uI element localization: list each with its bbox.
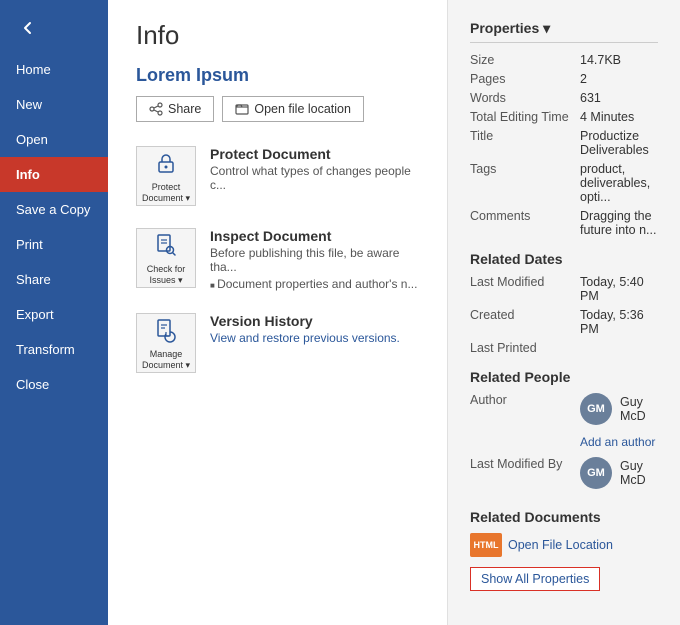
related-people-title: Related People	[470, 369, 658, 385]
left-panel: Info Lorem Ipsum Share Open file locatio…	[108, 0, 448, 625]
open-file-location-button[interactable]: Open file location	[222, 96, 364, 122]
html-icon: HTML	[470, 533, 502, 557]
history-document-icon	[152, 316, 180, 344]
prop-row-pages: Pages 2	[470, 72, 658, 86]
modifier-person-row: GM Guy McD	[580, 457, 658, 489]
version-history-icon-box[interactable]: ManageDocument ▾	[136, 313, 196, 373]
prop-row-last-modified: Last Modified Today, 5:40 PM	[470, 275, 658, 303]
page-title: Info	[136, 20, 419, 51]
properties-list: Size 14.7KB Pages 2 Words 631 Total Edit…	[470, 53, 658, 237]
share-icon	[149, 102, 163, 116]
protect-document-text: Protect Document Control what types of c…	[210, 146, 419, 192]
show-all-properties-button[interactable]: Show All Properties	[470, 565, 658, 591]
sidebar-item-transform[interactable]: Transform	[0, 332, 108, 367]
modifier-row: Last Modified By GM Guy McD	[470, 457, 658, 495]
version-history-text: Version History View and restore previou…	[210, 313, 419, 345]
prop-row-size: Size 14.7KB	[470, 53, 658, 67]
sidebar: Home New Open Info Save a Copy Print Sha…	[0, 0, 108, 625]
related-dates-title: Related Dates	[470, 251, 658, 267]
right-panel: Properties ▾ Size 14.7KB Pages 2 Words 6…	[448, 0, 680, 625]
sidebar-item-save-copy[interactable]: Save a Copy	[0, 192, 108, 227]
properties-title[interactable]: Properties ▾	[470, 20, 658, 43]
modifier-name: Guy McD	[620, 459, 658, 487]
inspect-document-text: Inspect Document Before publishing this …	[210, 228, 419, 291]
prop-row-editing-time: Total Editing Time 4 Minutes	[470, 110, 658, 124]
open-file-link[interactable]: Open File Location	[508, 538, 613, 552]
author-person-row: GM Guy McD	[580, 393, 658, 425]
sidebar-item-info[interactable]: Info	[0, 157, 108, 192]
prop-row-title: Title Productize Deliverables	[470, 129, 658, 157]
main-content: Info Lorem Ipsum Share Open file locatio…	[108, 0, 680, 625]
author-row: Author GM Guy McD Add an author	[470, 393, 658, 449]
prop-row-tags: Tags product, deliverables, opti...	[470, 162, 658, 204]
sidebar-item-share[interactable]: Share	[0, 262, 108, 297]
author-avatar: GM	[580, 393, 612, 425]
related-documents-title: Related Documents	[470, 509, 658, 525]
inspect-document-icon-box[interactable]: Check forIssues ▾	[136, 228, 196, 288]
share-button[interactable]: Share	[136, 96, 214, 122]
view-restore-link[interactable]: View and restore previous versions.	[210, 331, 400, 345]
related-people-list: Author GM Guy McD Add an author Last Mod…	[470, 393, 658, 495]
related-dates-list: Last Modified Today, 5:40 PM Created Tod…	[470, 275, 658, 355]
modifier-avatar: GM	[580, 457, 612, 489]
protect-document-section: ProtectDocument ▾ Protect Document Contr…	[136, 146, 419, 206]
sidebar-item-close[interactable]: Close	[0, 367, 108, 402]
back-button[interactable]	[8, 8, 48, 48]
prop-row-words: Words 631	[470, 91, 658, 105]
prop-row-last-printed: Last Printed	[470, 341, 658, 355]
sidebar-item-open[interactable]: Open	[0, 122, 108, 157]
prop-row-created: Created Today, 5:36 PM	[470, 308, 658, 336]
inspect-document-section: Check forIssues ▾ Inspect Document Befor…	[136, 228, 419, 291]
sidebar-item-new[interactable]: New	[0, 87, 108, 122]
sidebar-item-export[interactable]: Export	[0, 297, 108, 332]
lock-icon	[152, 149, 180, 177]
protect-document-icon-box[interactable]: ProtectDocument ▾	[136, 146, 196, 206]
prop-row-comments: Comments Dragging the future into n...	[470, 209, 658, 237]
folder-icon	[235, 102, 249, 116]
related-doc-row: HTML Open File Location	[470, 533, 658, 557]
sidebar-item-print[interactable]: Print	[0, 227, 108, 262]
add-author-link[interactable]: Add an author	[580, 435, 658, 449]
search-document-icon	[152, 231, 180, 259]
action-buttons: Share Open file location	[136, 96, 419, 122]
sidebar-item-home[interactable]: Home	[0, 52, 108, 87]
document-title: Lorem Ipsum	[136, 65, 419, 86]
author-name: Guy McD	[620, 395, 658, 423]
version-history-section: ManageDocument ▾ Version History View an…	[136, 313, 419, 373]
